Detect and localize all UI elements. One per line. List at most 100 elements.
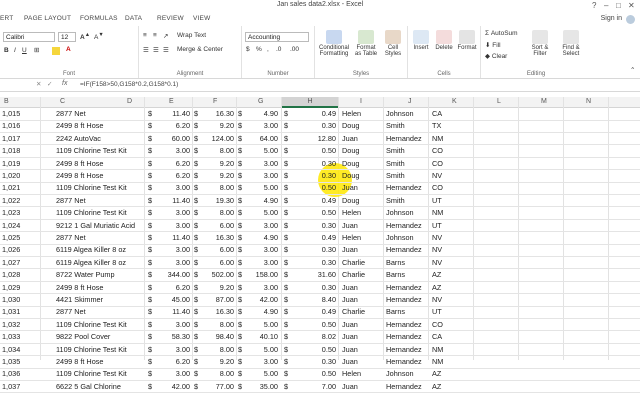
cell-g[interactable]: 5.00: [240, 345, 278, 354]
cell-first-name[interactable]: Helen: [342, 208, 382, 217]
cell-f[interactable]: 16.30: [196, 307, 234, 316]
cell-f[interactable]: 16.30: [196, 109, 234, 118]
cell-last-name[interactable]: Hernandez: [386, 283, 430, 292]
cell-g[interactable]: 3.00: [240, 283, 278, 292]
align-right-icon[interactable]: ☰: [163, 46, 169, 54]
cell-last-name[interactable]: Johnson: [386, 208, 430, 217]
cell-e[interactable]: 3.00: [150, 146, 190, 155]
cell-item[interactable]: 1109 Chlorine Test Kit: [56, 320, 144, 329]
cell-e[interactable]: 3.00: [150, 183, 190, 192]
cell-item[interactable]: 1109 Chlorine Test Kit: [56, 345, 144, 354]
cancel-entry-icon[interactable]: ✕: [36, 80, 41, 88]
cell-item[interactable]: 2877 Net: [56, 109, 144, 118]
cell-e[interactable]: 6.20: [150, 357, 190, 366]
cell-b[interactable]: 1,023: [2, 208, 28, 217]
tab-formulas[interactable]: FORMULAS: [80, 15, 118, 22]
cell-f[interactable]: 16.30: [196, 233, 234, 242]
column-header[interactable]: F: [213, 98, 217, 105]
cell-b[interactable]: 1,028: [2, 270, 28, 279]
cell-b[interactable]: 1,030: [2, 295, 28, 304]
cell-first-name[interactable]: Charlie: [342, 270, 382, 279]
cell-f[interactable]: 6.00: [196, 245, 234, 254]
cell-state[interactable]: CA: [432, 109, 452, 118]
cell-item[interactable]: 4421 Skimmer: [56, 295, 144, 304]
cell-last-name[interactable]: Smith: [386, 171, 430, 180]
align-left-icon[interactable]: ☰: [143, 46, 149, 54]
wrap-text-button[interactable]: Wrap Text: [177, 32, 206, 39]
cell-state[interactable]: UT: [432, 307, 452, 316]
cell-last-name[interactable]: Hernandez: [386, 382, 430, 391]
cell-state[interactable]: NV: [432, 171, 452, 180]
tab-page-layout[interactable]: PAGE LAYOUT: [24, 15, 71, 22]
cell-e[interactable]: 3.00: [150, 345, 190, 354]
sort-filter-button[interactable]: Sort & Filter: [527, 30, 553, 57]
formula-input[interactable]: =IF(F158>50,G158*0.2,G158*0.1): [80, 81, 178, 88]
cell-g[interactable]: 5.00: [240, 146, 278, 155]
cell-first-name[interactable]: Helen: [342, 233, 382, 242]
cell-g[interactable]: 3.00: [240, 258, 278, 267]
cell-b[interactable]: 1,027: [2, 258, 28, 267]
cell-last-name[interactable]: Hernandez: [386, 357, 430, 366]
cell-f[interactable]: 98.40: [196, 332, 234, 341]
cell-f[interactable]: 8.00: [196, 369, 234, 378]
cell-first-name[interactable]: Helen: [342, 369, 382, 378]
column-header[interactable]: N: [586, 98, 591, 105]
cell-h[interactable]: 7.00: [290, 382, 336, 391]
cell-state[interactable]: CO: [432, 159, 452, 168]
column-header[interactable]: B: [4, 98, 9, 105]
cell-item[interactable]: 1109 Chlorine Test Kit: [56, 183, 144, 192]
cell-g[interactable]: 3.00: [240, 121, 278, 130]
tab-insert[interactable]: ERT: [0, 15, 13, 22]
cell-e[interactable]: 3.00: [150, 245, 190, 254]
cell-h[interactable]: 0.50: [290, 146, 336, 155]
help-icon[interactable]: ?: [592, 1, 596, 10]
cell-e[interactable]: 11.40: [150, 196, 190, 205]
maximize-icon[interactable]: □: [616, 1, 621, 10]
cell-first-name[interactable]: Doug: [342, 171, 382, 180]
cell-h[interactable]: 8.02: [290, 332, 336, 341]
cell-item[interactable]: 6119 Algea Killer 8 oz: [56, 245, 144, 254]
minimize-icon[interactable]: –: [604, 1, 608, 10]
cell-state[interactable]: NM: [432, 134, 452, 143]
cell-first-name[interactable]: Juan: [342, 221, 382, 230]
column-header[interactable]: I: [360, 98, 362, 105]
cell-first-name[interactable]: Juan: [342, 183, 382, 192]
cell-g[interactable]: 158.00: [240, 270, 278, 279]
avatar[interactable]: [626, 15, 635, 24]
cell-g[interactable]: 4.90: [240, 233, 278, 242]
fill-button[interactable]: ⬇ Fill: [485, 41, 501, 49]
cell-e[interactable]: 3.00: [150, 320, 190, 329]
cell-state[interactable]: NV: [432, 245, 452, 254]
cell-f[interactable]: 6.00: [196, 221, 234, 230]
currency-icon[interactable]: $: [246, 46, 250, 53]
clear-button[interactable]: ◆ Clear: [485, 52, 507, 60]
cell-f[interactable]: 9.20: [196, 159, 234, 168]
column-header[interactable]: J: [408, 98, 412, 105]
align-top-icon[interactable]: ≡: [143, 32, 147, 39]
cell-state[interactable]: AZ: [432, 270, 452, 279]
close-icon[interactable]: ✕: [628, 1, 635, 10]
insert-button[interactable]: Insert: [410, 30, 432, 51]
cell-last-name[interactable]: Hernandez: [386, 221, 430, 230]
cell-h[interactable]: 0.30: [290, 245, 336, 254]
cell-h[interactable]: 0.50: [290, 345, 336, 354]
cell-g[interactable]: 5.00: [240, 183, 278, 192]
cell-first-name[interactable]: Doug: [342, 159, 382, 168]
conditional-formatting-button[interactable]: Conditional Formatting: [317, 30, 351, 57]
cell-h[interactable]: 0.50: [290, 183, 336, 192]
column-header[interactable]: K: [452, 98, 457, 105]
cell-h[interactable]: 0.49: [290, 233, 336, 242]
cell-state[interactable]: NM: [432, 345, 452, 354]
cell-state[interactable]: CO: [432, 183, 452, 192]
grow-font-icon[interactable]: A▲: [80, 32, 90, 41]
cell-first-name[interactable]: Juan: [342, 295, 382, 304]
font-name-box[interactable]: Calibri: [3, 32, 55, 42]
column-header[interactable]: L: [497, 98, 501, 105]
cell-first-name[interactable]: Charlie: [342, 258, 382, 267]
cell-first-name[interactable]: Juan: [342, 332, 382, 341]
cell-f[interactable]: 8.00: [196, 208, 234, 217]
cell-h[interactable]: 31.60: [290, 270, 336, 279]
cell-e[interactable]: 3.00: [150, 221, 190, 230]
italic-icon[interactable]: I: [14, 47, 16, 54]
cell-f[interactable]: 502.00: [196, 270, 234, 279]
